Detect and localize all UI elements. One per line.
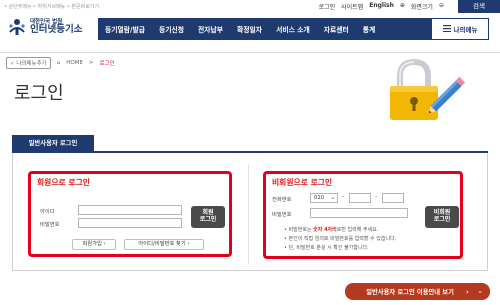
join-button[interactable]: 회원가입 › (72, 239, 116, 250)
site-logo[interactable]: 대한민국 법원 인터넷등기소 (6, 14, 94, 40)
nonmember-login-title: 비회원으로 로그인 (272, 178, 333, 187)
lock-illustration (382, 56, 472, 124)
login-guide-button[interactable]: 일반사용자 로그인 이용안내 보기 › (345, 283, 490, 300)
english-link[interactable]: English (369, 2, 394, 11)
chevron-right-icon: › (465, 287, 469, 296)
note-line-3: • 단, 비밀번호 분실 시 확인 불가합니다. (284, 245, 369, 251)
nav-item-services[interactable]: 서비스 소개 (269, 24, 317, 34)
breadcrumb-separator: > (88, 60, 94, 66)
check-icon: ✓ (10, 61, 15, 67)
nonmember-login-button[interactable]: 비회원 로그인 (425, 206, 459, 228)
nav-item-registry-apply[interactable]: 등기신청 (152, 24, 191, 34)
add-my-menu-button[interactable]: ✓ 나의메뉴추가 (6, 57, 51, 69)
guide-label: 일반사용자 로그인 이용안내 보기 (366, 289, 454, 296)
tab-general-user-login[interactable]: 일반사용자 로그인 (12, 135, 94, 152)
chevron-right-icon: › (103, 241, 106, 247)
member-password-label: 비밀번호 (40, 222, 60, 228)
note-line-2: • 본인이 직접 임의로 비밀번호를 입력할 수 있습니다. (284, 236, 397, 242)
panel-divider (248, 164, 249, 264)
main-navigation: 등기열람/발급 등기신청 전자납부 확정일자 서비스 소개 자료센터 통계 나의… (98, 18, 489, 40)
member-password-input[interactable] (78, 218, 182, 228)
login-link[interactable]: 로그인 (319, 2, 336, 11)
logo-title: 인터넷등기소 (30, 23, 83, 35)
skip-links[interactable]: • 상단주메뉴 • 하위서브메뉴 • 본문바로가기 (4, 3, 99, 10)
id-input[interactable] (78, 205, 182, 215)
phone-last-input[interactable] (382, 193, 404, 203)
note-line-1: • 비밀번호는 숫자 4자리로만 입력해 주세요. (284, 227, 379, 233)
utility-links: 로그인 사이트맵 English ⊕ 화면크기 ⊖ (319, 2, 444, 11)
zoom-out-icon[interactable]: ⊖ (439, 2, 444, 11)
chevron-down-icon: ⌄ (330, 195, 335, 201)
find-id-password-button[interactable]: 아이디/비밀번호 찾기 › (124, 239, 204, 250)
hamburger-icon (442, 24, 451, 34)
nonmember-password-input[interactable] (310, 208, 408, 218)
nav-item-statistics[interactable]: 통계 (356, 24, 383, 34)
home-icon[interactable]: ⌂ (57, 60, 61, 66)
top-utility-bar: • 상단주메뉴 • 하위서브메뉴 • 본문바로가기 로그인 사이트맵 Engli… (0, 0, 500, 14)
member-login-button[interactable]: 회원 로그인 (191, 206, 225, 228)
phone-label: 전화번호 (272, 197, 292, 203)
member-login-title: 회원으로 로그인 (37, 178, 90, 187)
breadcrumb: ✓ 나의메뉴추가 ⌂ HOME > 로그인 (6, 57, 115, 69)
my-menu-button[interactable]: 나의메뉴 (431, 18, 489, 40)
nonmember-password-label: 비밀번호 (272, 212, 292, 218)
phone-middle-input[interactable] (349, 193, 371, 203)
nav-item-resources[interactable]: 자료센터 (317, 24, 356, 34)
search-button[interactable]: 검색 (458, 0, 500, 13)
sitemap-link[interactable]: 사이트맵 (341, 2, 363, 11)
page-title: 로그인 (14, 83, 64, 104)
court-emblem-icon (6, 16, 28, 38)
chevron-right-icon: › (187, 241, 190, 247)
nav-item-e-payment[interactable]: 전자납부 (191, 24, 230, 34)
nav-item-fixed-date[interactable]: 확정일자 (230, 24, 269, 34)
password-notes: • 비밀번호는 숫자 4자리로만 입력해 주세요. • 본인이 직접 임의로 비… (284, 226, 396, 253)
zoom-label: 화면크기 (410, 4, 433, 11)
breadcrumb-home[interactable]: HOME (66, 60, 83, 66)
id-label: 아이디 (40, 209, 55, 215)
phone-dash: - (342, 193, 345, 200)
zoom-in-icon[interactable]: ⊕ (400, 2, 405, 11)
chevron-down-icon[interactable]: ⌄ (472, 283, 488, 299)
breadcrumb-current: 로그인 (99, 61, 115, 67)
header-divider (0, 52, 500, 53)
phone-dash: - (375, 193, 378, 200)
phone-prefix-select[interactable]: 010 ⌄ (310, 193, 338, 203)
my-menu-label: 나의메뉴 (453, 26, 478, 34)
nav-item-registry-view[interactable]: 등기열람/발급 (98, 24, 152, 34)
